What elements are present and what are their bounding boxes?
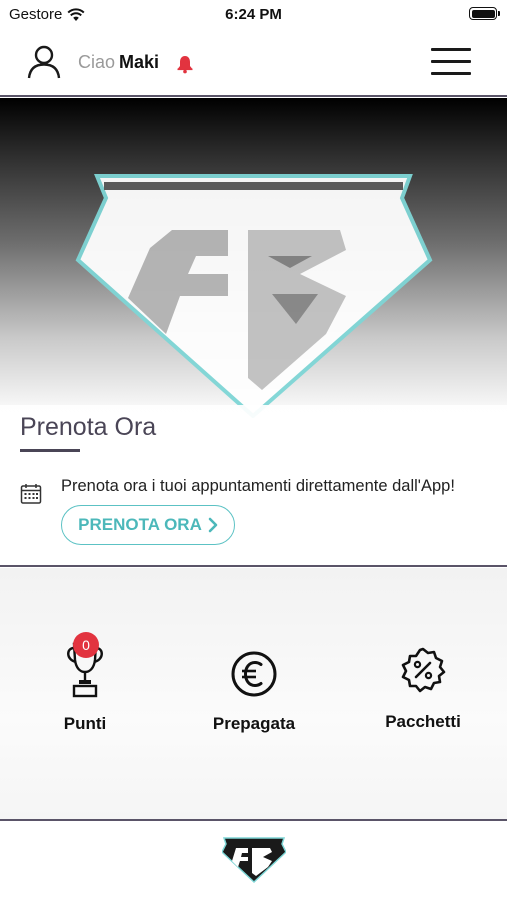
brand-logo <box>75 174 433 418</box>
app-header: Ciao Maki <box>0 30 507 97</box>
user-name: Maki <box>119 52 160 72</box>
punti-label: Punti <box>63 714 107 733</box>
chevron-right-icon <box>208 517 218 533</box>
book-now-button[interactable]: PRENOTA ORA <box>61 505 235 545</box>
discount-badge-icon <box>401 647 446 693</box>
prepagata-button[interactable]: Prepagata <box>206 650 302 734</box>
punti-button[interactable]: 0 Punti <box>44 632 126 734</box>
section-title: Prenota Ora <box>20 413 157 441</box>
greeting: Ciao Maki <box>78 52 159 73</box>
quick-actions: 0 Punti Prepagata Pacchetti <box>0 568 507 821</box>
pacchetti-button[interactable]: Pacchetti <box>374 646 472 732</box>
status-bar: Gestore 6:24 PM <box>0 0 507 30</box>
greeting-prefix: Ciao <box>78 52 116 72</box>
hero-banner <box>0 98 507 418</box>
bell-icon[interactable] <box>175 54 195 74</box>
user-icon[interactable] <box>26 44 62 80</box>
booking-section: Prenota Ora Prenota ora i tuoi appuntame… <box>0 405 507 567</box>
calendar-icon <box>20 484 42 504</box>
footer-logo[interactable] <box>222 836 286 884</box>
euro-icon <box>231 651 277 697</box>
clock: 6:24 PM <box>225 6 282 23</box>
prepagata-label: Prepagata <box>212 714 296 733</box>
footer <box>0 822 507 900</box>
points-badge: 0 <box>73 632 99 658</box>
book-now-label: PRENOTA ORA <box>78 515 202 534</box>
hamburger-menu-icon[interactable] <box>431 48 471 76</box>
pacchetti-label: Pacchetti <box>385 712 461 731</box>
title-underline <box>20 449 80 452</box>
battery-icon <box>469 7 500 20</box>
booking-description: Prenota ora i tuoi appuntamenti direttam… <box>61 477 455 495</box>
